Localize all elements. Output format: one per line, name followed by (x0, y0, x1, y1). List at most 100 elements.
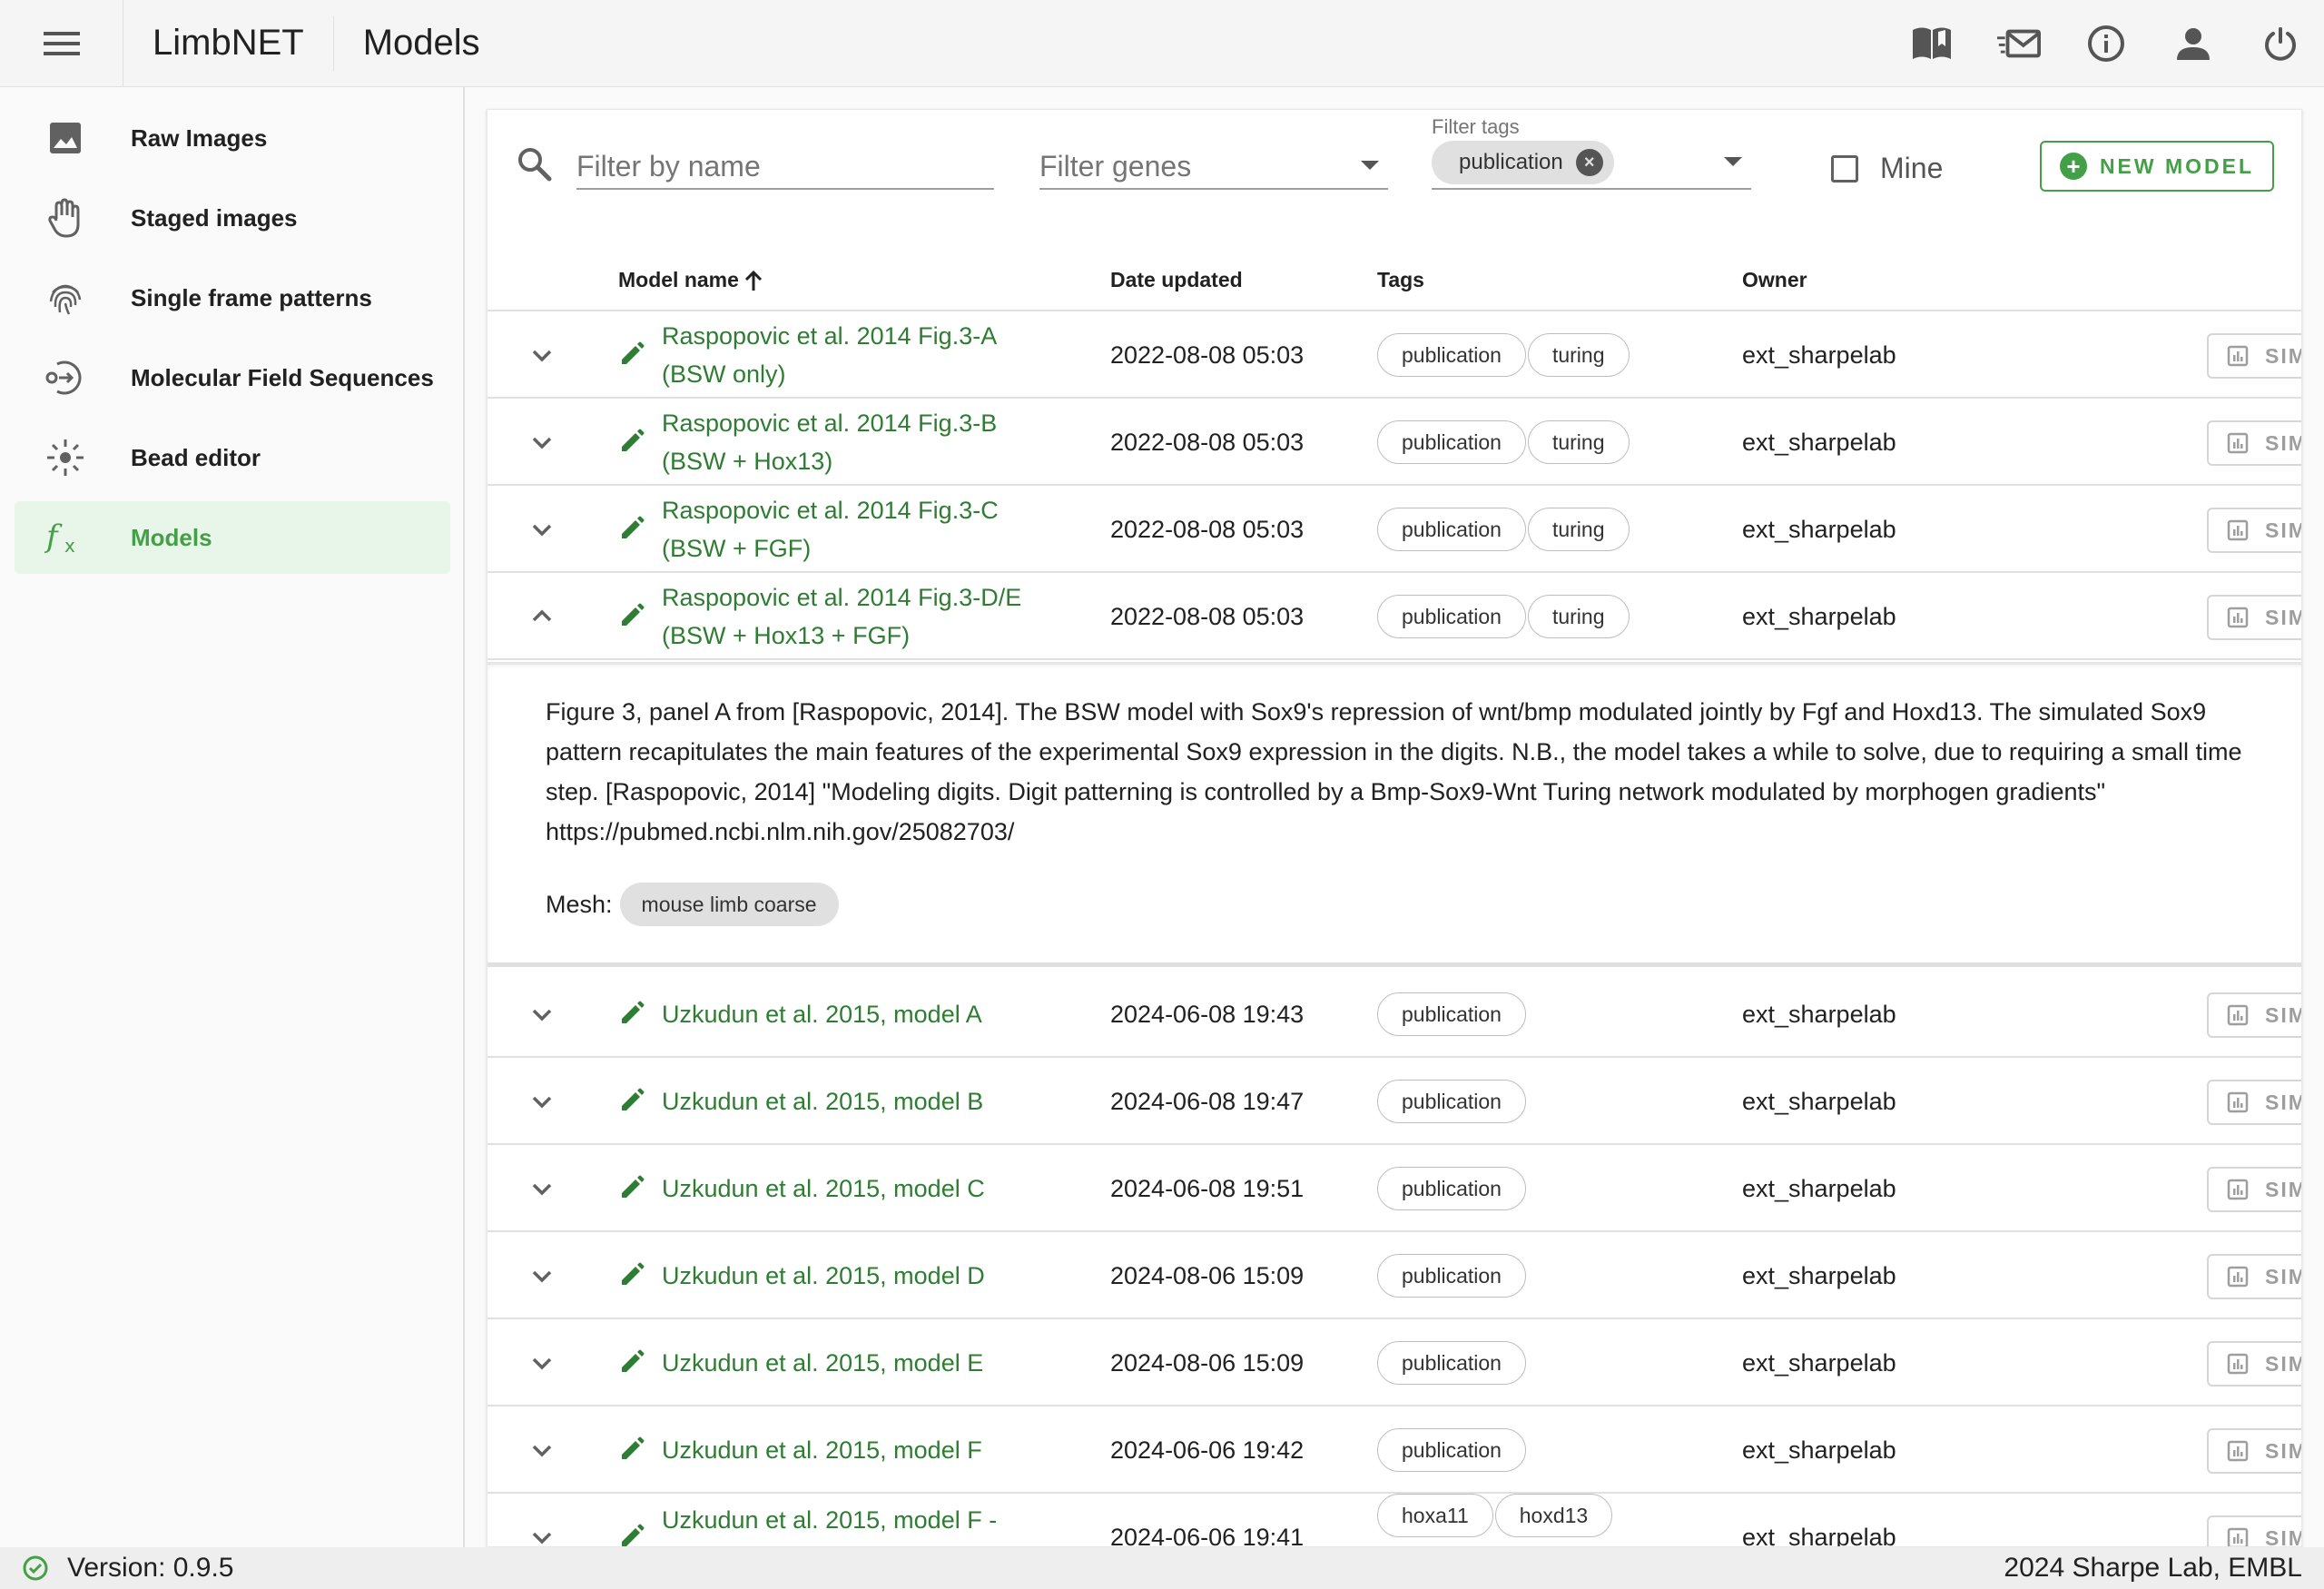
expand-row-button[interactable] (524, 1083, 560, 1120)
tag-chip[interactable]: publication (1377, 1254, 1526, 1298)
model-name-link[interactable]: Raspopovic et al. 2014 Fig.3-A (BSW only… (662, 311, 1043, 399)
menu-button[interactable] (0, 0, 123, 87)
sidebar-item-bead-editor[interactable]: Bead editor (15, 421, 450, 494)
table-row[interactable]: Uzkudun et al. 2015, model D 2024-08-06 1… (487, 1232, 2301, 1319)
tag-chip[interactable]: turing (1527, 508, 1630, 551)
tag-chip[interactable]: turing (1527, 333, 1630, 377)
simulate-button[interactable]: SIM (2207, 1428, 2301, 1474)
expand-row-button[interactable] (524, 1432, 560, 1468)
chevron-down-icon (1361, 161, 1379, 170)
model-name-link[interactable]: Raspopovic et al. 2014 Fig.3-D/E (BSW + … (662, 573, 1043, 660)
sidebar-item-raw-images[interactable]: Raw Images (15, 102, 450, 174)
sidebar-item-models[interactable]: fx Models (15, 501, 450, 574)
simulate-button[interactable]: SIM (2207, 420, 2301, 466)
tag-chip[interactable]: publication (1377, 595, 1526, 638)
edit-icon[interactable] (618, 602, 645, 629)
tag-chip[interactable]: turing (1527, 595, 1630, 638)
chart-icon (2227, 1527, 2249, 1546)
sidebar-item-single-frame-patterns[interactable]: Single frame patterns (15, 262, 450, 334)
expand-row-button[interactable] (524, 1345, 560, 1381)
info-icon[interactable] (2084, 22, 2128, 65)
models-panel: Filter by name Filter genes Filter tags … (487, 109, 2302, 1547)
new-model-button[interactable]: + NEW MODEL (2040, 141, 2274, 192)
close-icon[interactable]: × (1575, 149, 1603, 176)
edit-icon[interactable] (618, 1261, 645, 1288)
sidebar-item-molecular-field-sequences[interactable]: Molecular Field Sequences (15, 341, 450, 414)
edit-icon[interactable] (618, 428, 645, 455)
tag-chip[interactable]: turing (1527, 420, 1630, 464)
expand-row-button[interactable] (524, 1519, 560, 1546)
version-text: Version: 0.9.5 (67, 1553, 234, 1583)
expand-row-button[interactable] (524, 598, 560, 635)
simulate-button[interactable]: SIM (2207, 1254, 2301, 1299)
filter-genes-select[interactable]: Filter genes (1039, 144, 1388, 190)
checkbox-icon[interactable] (1831, 154, 1858, 183)
expand-row-button[interactable] (524, 511, 560, 548)
edit-icon[interactable] (618, 1087, 645, 1114)
simulate-button[interactable]: SIM (2207, 508, 2301, 553)
expand-row-button[interactable] (524, 996, 560, 1032)
table-row[interactable]: Uzkudun et al. 2015, model F 2024-06-06 1… (487, 1406, 2301, 1494)
model-name-link[interactable]: Uzkudun et al. 2015, model F - (662, 1494, 1043, 1546)
table-row[interactable]: Raspopovic et al. 2014 Fig.3-D/E (BSW + … (487, 573, 2301, 660)
tag-chip[interactable]: hoxa11 (1377, 1494, 1493, 1537)
edit-icon[interactable] (618, 515, 645, 542)
model-name-link[interactable]: Uzkudun et al. 2015, model B (662, 1058, 1043, 1145)
edit-icon[interactable] (618, 1348, 645, 1376)
tag-chip[interactable]: publication (1377, 420, 1526, 464)
table-row[interactable]: Raspopovic et al. 2014 Fig.3-A (BSW only… (487, 311, 2301, 399)
simulate-button[interactable]: SIM (2207, 1341, 2301, 1387)
table-row[interactable]: Uzkudun et al. 2015, model F - 2024-06-06… (487, 1494, 2301, 1547)
edit-icon[interactable] (618, 1436, 645, 1463)
model-date: 2024-06-08 19:43 (1110, 1000, 1305, 1028)
expand-row-button[interactable] (524, 337, 560, 373)
tag-chip[interactable]: publication (1377, 1428, 1526, 1472)
simulate-button[interactable]: SIM (2207, 1515, 2301, 1546)
mesh-chip[interactable]: mouse limb coarse (619, 883, 839, 926)
table-row[interactable]: Raspopovic et al. 2014 Fig.3-C (BSW + FG… (487, 486, 2301, 573)
simulate-button[interactable]: SIM (2207, 333, 2301, 379)
account-icon[interactable] (2171, 22, 2215, 65)
model-date: 2024-06-08 19:47 (1110, 1087, 1305, 1115)
model-name-link[interactable]: Uzkudun et al. 2015, model E (662, 1319, 1043, 1406)
book-icon[interactable] (1910, 22, 1954, 65)
edit-icon[interactable] (618, 1174, 645, 1201)
model-name-link[interactable]: Uzkudun et al. 2015, model D (662, 1232, 1043, 1319)
expand-row-button[interactable] (524, 424, 560, 460)
edit-icon[interactable] (618, 340, 645, 368)
edit-icon[interactable] (618, 1000, 645, 1027)
tag-chip[interactable]: publication (1377, 333, 1526, 377)
filter-tags-select[interactable]: publication × (1432, 141, 1751, 190)
simulate-button[interactable]: SIM (2207, 1167, 2301, 1212)
model-name-link[interactable]: Uzkudun et al. 2015, model A (662, 971, 1043, 1058)
expand-row-button[interactable] (524, 1258, 560, 1294)
column-header-owner[interactable]: Owner (1742, 268, 1807, 292)
edit-icon[interactable] (618, 1523, 645, 1547)
table-row[interactable]: Raspopovic et al. 2014 Fig.3-B (BSW + Ho… (487, 399, 2301, 486)
power-icon[interactable] (2259, 22, 2302, 65)
filter-name-input[interactable]: Filter by name (576, 144, 994, 190)
tag-chip[interactable]: publication (1377, 992, 1526, 1036)
model-name-link[interactable]: Raspopovic et al. 2014 Fig.3-C (BSW + FG… (662, 486, 1043, 573)
sidebar-item-staged-images[interactable]: Staged images (15, 182, 450, 254)
table-row[interactable]: Uzkudun et al. 2015, model E 2024-08-06 1… (487, 1319, 2301, 1406)
tag-chip[interactable]: hoxd13 (1494, 1494, 1613, 1537)
expand-row-button[interactable] (524, 1170, 560, 1207)
column-header-date[interactable]: Date updated (1110, 268, 1243, 292)
mail-icon[interactable] (1997, 22, 2041, 65)
table-row[interactable]: Uzkudun et al. 2015, model A 2024-06-08 1… (487, 971, 2301, 1058)
column-header-name[interactable]: Model name (618, 268, 764, 292)
simulate-button[interactable]: SIM (2207, 595, 2301, 640)
tag-chip[interactable]: publication (1377, 1167, 1526, 1210)
tag-chip[interactable]: publication (1377, 1341, 1526, 1385)
tag-chip[interactable]: publication (1377, 1080, 1526, 1123)
mine-checkbox[interactable]: Mine (1831, 152, 1943, 185)
table-row[interactable]: Uzkudun et al. 2015, model C 2024-06-08 1… (487, 1145, 2301, 1232)
table-row[interactable]: Uzkudun et al. 2015, model B 2024-06-08 1… (487, 1058, 2301, 1145)
model-name-link[interactable]: Uzkudun et al. 2015, model F (662, 1406, 1043, 1494)
simulate-button[interactable]: SIM (2207, 992, 2301, 1038)
model-name-link[interactable]: Raspopovic et al. 2014 Fig.3-B (BSW + Ho… (662, 399, 1043, 486)
model-name-link[interactable]: Uzkudun et al. 2015, model C (662, 1145, 1043, 1232)
simulate-button[interactable]: SIM (2207, 1080, 2301, 1125)
tag-chip[interactable]: publication (1377, 508, 1526, 551)
